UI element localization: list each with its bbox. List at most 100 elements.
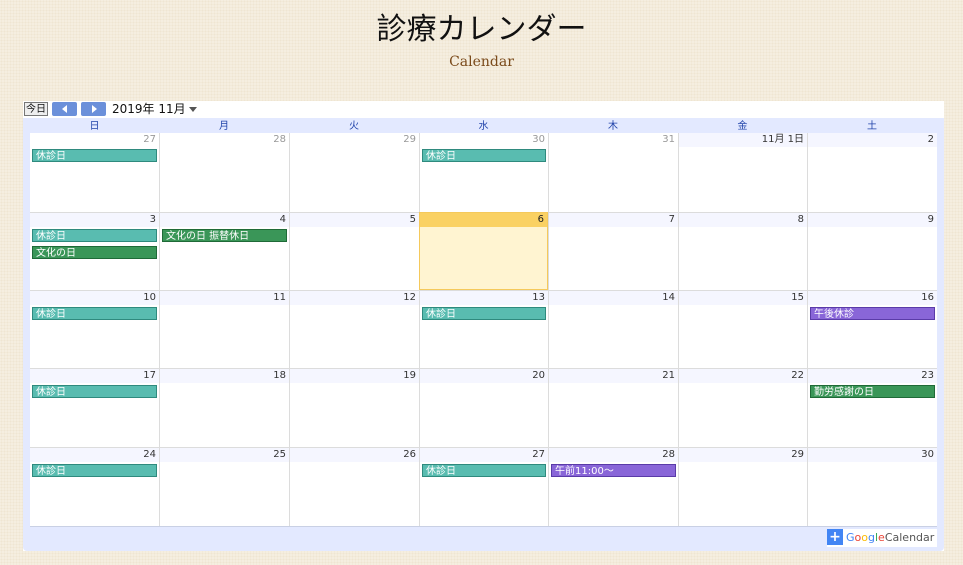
- day-cell[interactable]: 17 休診日: [30, 368, 159, 447]
- day-cell[interactable]: 20: [419, 368, 548, 447]
- day-cell[interactable]: 26: [289, 447, 419, 526]
- day-number: 16: [808, 291, 937, 305]
- calendar-frame: 日月火水木金土 27 休診日 28 29 30 休診日 31 11月 1日 2 3 休診日 文化の日 4…: [23, 118, 944, 551]
- calendar-event[interactable]: 休診日: [32, 464, 157, 477]
- day-number: 3: [30, 213, 159, 227]
- google-wordmark: Google: [846, 531, 885, 544]
- day-cell[interactable]: 2: [807, 133, 937, 212]
- triangle-left-icon: [62, 105, 67, 113]
- day-cell[interactable]: 31: [548, 133, 678, 212]
- calendar-widget: 今日 2019年 11月 日月火水木金土 27 休診日 28 29 30 休診日 31 11月…: [23, 101, 944, 551]
- calendar-toolbar: 今日 2019年 11月: [23, 101, 944, 118]
- page-title: 診療カレンダー: [376, 12, 587, 47]
- day-number: 15: [679, 291, 807, 305]
- day-cell[interactable]: 11月 1日: [678, 133, 807, 212]
- day-cell[interactable]: 14: [548, 290, 678, 368]
- day-cell[interactable]: 29: [289, 133, 419, 212]
- page-subtitle: Calendar: [449, 54, 514, 70]
- day-number: 17: [30, 369, 159, 383]
- day-number: 28: [160, 133, 289, 147]
- weekday-label: 火: [349, 121, 359, 132]
- day-number: 23: [808, 369, 937, 383]
- day-cell[interactable]: 4 文化の日 振替休日: [159, 212, 289, 290]
- day-cell[interactable]: 19: [289, 368, 419, 447]
- day-number: 29: [290, 133, 419, 147]
- day-cell[interactable]: 29: [678, 447, 807, 526]
- day-cell[interactable]: 5: [289, 212, 419, 290]
- month-grid: 27 休診日 28 29 30 休診日 31 11月 1日 2 3 休診日 文化の日 4 文化の日 振替休…: [30, 133, 937, 527]
- day-cell[interactable]: 3 休診日文化の日: [30, 212, 159, 290]
- day-cell[interactable]: 10 休診日: [30, 290, 159, 368]
- day-cell[interactable]: 11: [159, 290, 289, 368]
- google-calendar-link[interactable]: + GoogleCalendar: [827, 529, 937, 547]
- weekday-label: 金: [737, 121, 748, 132]
- calendar-event[interactable]: 休診日: [32, 385, 157, 398]
- day-cell[interactable]: 28: [159, 133, 289, 212]
- day-number: 10: [30, 291, 159, 305]
- caret-down-icon[interactable]: [189, 107, 197, 112]
- day-cell[interactable]: 23 勤労感謝の日: [807, 368, 937, 447]
- weekday-label: 日: [89, 121, 100, 132]
- weekday-label: 月: [219, 121, 229, 132]
- calendar-event[interactable]: 午後休診: [810, 307, 935, 320]
- day-number: 19: [290, 369, 419, 383]
- day-number: 13: [420, 291, 548, 305]
- day-number: 20: [420, 369, 548, 383]
- today-button[interactable]: 今日: [24, 102, 48, 116]
- day-cell[interactable]: 16 午後休診: [807, 290, 937, 368]
- day-cell[interactable]: 27 休診日: [419, 447, 548, 526]
- day-number: 27: [30, 133, 159, 147]
- calendar-event[interactable]: 休診日: [422, 464, 546, 477]
- day-number: 8: [679, 213, 807, 227]
- day-cell[interactable]: 24 休診日: [30, 447, 159, 526]
- weekday-label: 土: [867, 121, 877, 132]
- day-number: 30: [808, 448, 937, 462]
- day-cell-today[interactable]: 6: [419, 212, 548, 290]
- day-number: 18: [160, 369, 289, 383]
- day-cell[interactable]: 8: [678, 212, 807, 290]
- calendar-event[interactable]: 勤労感謝の日: [810, 385, 935, 398]
- day-cell[interactable]: 28 午前11:00〜: [548, 447, 678, 526]
- day-number: 2: [808, 133, 937, 147]
- calendar-event[interactable]: 休診日: [32, 229, 157, 242]
- day-number: 22: [679, 369, 807, 383]
- day-number: 9: [808, 213, 937, 227]
- day-number: 12: [290, 291, 419, 305]
- plus-icon: +: [827, 529, 843, 545]
- day-number: 4: [160, 213, 289, 227]
- calendar-event[interactable]: 午前11:00〜: [551, 464, 676, 477]
- day-number: 31: [549, 133, 678, 147]
- day-cell[interactable]: 7: [548, 212, 678, 290]
- prev-month-button[interactable]: [52, 102, 77, 116]
- day-cell[interactable]: 15: [678, 290, 807, 368]
- calendar-event[interactable]: 休診日: [32, 149, 157, 162]
- calendar-event[interactable]: 文化の日 振替休日: [162, 229, 287, 242]
- calendar-event[interactable]: 休診日: [32, 307, 157, 320]
- day-number: 14: [549, 291, 678, 305]
- day-cell[interactable]: 22: [678, 368, 807, 447]
- day-number: 5: [290, 213, 419, 227]
- day-number: 30: [420, 133, 548, 147]
- day-cell[interactable]: 21: [548, 368, 678, 447]
- day-cell[interactable]: 25: [159, 447, 289, 526]
- calendar-event[interactable]: 休診日: [422, 149, 546, 162]
- day-cell[interactable]: 30: [807, 447, 937, 526]
- day-number: 11: [160, 291, 289, 305]
- day-cell[interactable]: 18: [159, 368, 289, 447]
- google-calendar-label: GoogleCalendar: [846, 531, 934, 545]
- day-number: 29: [679, 448, 807, 462]
- current-month-label: 2019年 11月: [112, 102, 186, 116]
- calendar-event[interactable]: 休診日: [422, 307, 546, 320]
- calendar-event[interactable]: 文化の日: [32, 246, 157, 259]
- day-cell[interactable]: 13 休診日: [419, 290, 548, 368]
- day-number: 11月 1日: [679, 133, 807, 147]
- day-cell[interactable]: 27 休診日: [30, 133, 159, 212]
- day-number: 7: [549, 213, 678, 227]
- day-cell[interactable]: 12: [289, 290, 419, 368]
- next-month-button[interactable]: [81, 102, 106, 116]
- day-number: 25: [160, 448, 289, 462]
- day-cell[interactable]: 9: [807, 212, 937, 290]
- day-cell[interactable]: 30 休診日: [419, 133, 548, 212]
- day-number: 6: [420, 213, 547, 227]
- day-number: 24: [30, 448, 159, 462]
